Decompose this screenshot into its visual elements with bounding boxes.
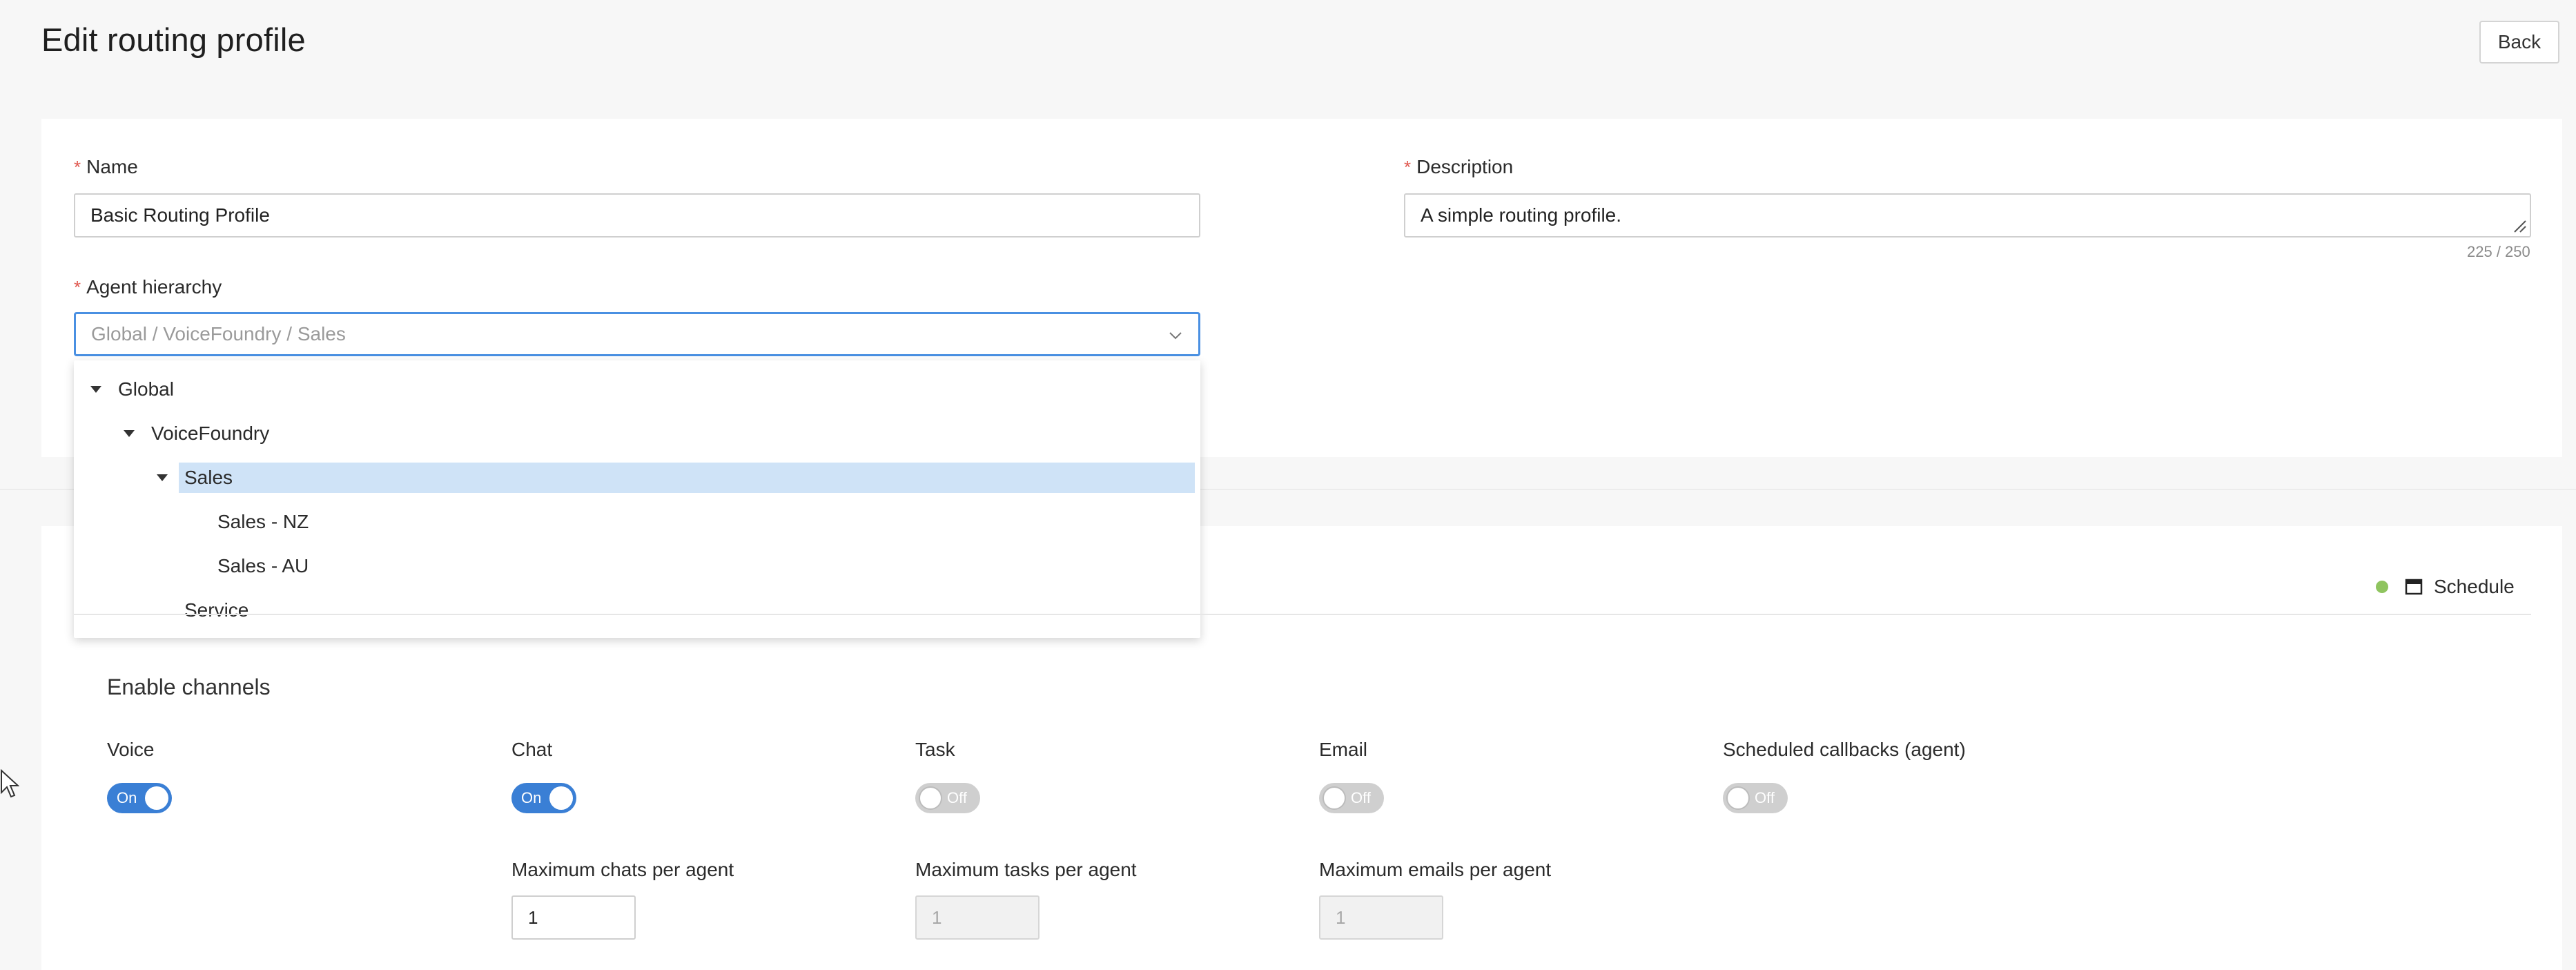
voice-toggle[interactable]: On bbox=[107, 783, 172, 813]
toggle-knob bbox=[1323, 786, 1346, 810]
description-char-counter: 225 / 250 bbox=[2467, 243, 2530, 260]
toggle-knob bbox=[1726, 786, 1750, 810]
tree-item-voicefoundry[interactable]: VoiceFoundry bbox=[124, 417, 1195, 450]
toggle-knob bbox=[145, 786, 168, 810]
tree-item-sales-nz[interactable]: Sales - NZ bbox=[217, 505, 309, 539]
caret-down-icon[interactable] bbox=[90, 386, 101, 393]
tree-item-sales[interactable]: Sales bbox=[157, 461, 1195, 494]
caret-down-icon[interactable] bbox=[124, 430, 135, 437]
chat-toggle[interactable]: On bbox=[511, 783, 576, 813]
schedule-link[interactable]: Schedule bbox=[2434, 576, 2515, 598]
max-tasks-input[interactable]: 1 bbox=[915, 895, 1040, 940]
required-asterisk: * bbox=[1404, 156, 1412, 177]
channel-label-task: Task bbox=[915, 739, 955, 760]
calendar-icon[interactable] bbox=[2405, 577, 2423, 595]
required-asterisk: * bbox=[74, 276, 81, 298]
required-asterisk: * bbox=[74, 156, 81, 177]
max-emails-input[interactable]: 1 bbox=[1319, 895, 1443, 940]
caret-down-icon[interactable] bbox=[157, 474, 168, 481]
tree-item-service[interactable]: Service bbox=[184, 594, 248, 627]
enable-channels-title: Enable channels bbox=[107, 675, 271, 699]
toggle-knob bbox=[919, 786, 942, 810]
tree-item-sales-selected: Sales bbox=[179, 463, 1195, 493]
channel-label-email: Email bbox=[1319, 739, 1368, 760]
agent-hierarchy-dropdown: Global VoiceFoundry Sales Sales - NZ Sal… bbox=[74, 360, 1200, 638]
status-dot bbox=[2376, 581, 2388, 593]
name-label: * Name bbox=[74, 156, 138, 177]
max-emails-label: Maximum emails per agent bbox=[1319, 859, 1552, 880]
channel-label-chat: Chat bbox=[511, 739, 553, 760]
description-textarea[interactable]: A simple routing profile. bbox=[1404, 193, 2531, 237]
agent-hierarchy-placeholder: Global / VoiceFoundry / Sales bbox=[91, 323, 346, 345]
email-toggle[interactable]: Off bbox=[1319, 783, 1384, 813]
task-toggle[interactable]: Off bbox=[915, 783, 980, 813]
tree-item-global[interactable]: Global bbox=[90, 373, 1195, 406]
channel-label-voice: Voice bbox=[107, 739, 155, 760]
mouse-cursor-icon bbox=[1, 769, 19, 798]
resize-handle-icon[interactable] bbox=[2512, 218, 2527, 233]
page-title: Edit routing profile bbox=[41, 21, 306, 58]
max-chats-label: Maximum chats per agent bbox=[511, 859, 734, 880]
tab-underline bbox=[74, 614, 2531, 615]
scheduled-callbacks-toggle[interactable]: Off bbox=[1723, 783, 1788, 813]
toggle-knob bbox=[549, 786, 573, 810]
agent-hierarchy-select[interactable]: Global / VoiceFoundry / Sales bbox=[74, 312, 1200, 356]
chevron-down-icon bbox=[1169, 332, 1182, 340]
back-button[interactable]: Back bbox=[2479, 21, 2559, 64]
tree-item-sales-au[interactable]: Sales - AU bbox=[217, 550, 309, 583]
max-tasks-label: Maximum tasks per agent bbox=[915, 859, 1137, 880]
max-chats-input[interactable]: 1 bbox=[511, 895, 636, 940]
agent-hierarchy-label: * Agent hierarchy bbox=[74, 276, 222, 298]
description-label: * Description bbox=[1404, 156, 1514, 177]
channel-label-scheduled-callbacks: Scheduled callbacks (agent) bbox=[1723, 739, 1966, 760]
name-input[interactable]: Basic Routing Profile bbox=[74, 193, 1200, 237]
